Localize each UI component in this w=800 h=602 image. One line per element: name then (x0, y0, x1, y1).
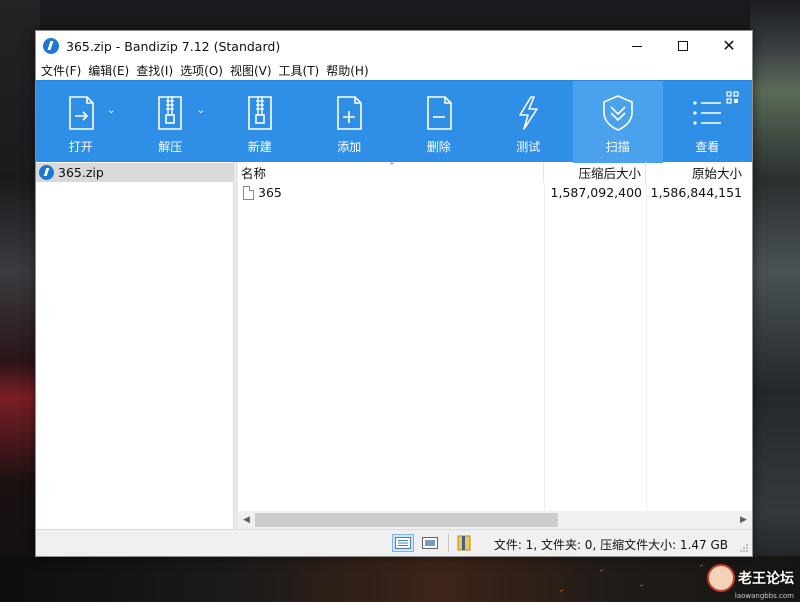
menu-edit[interactable]: 编辑(E) (86, 62, 131, 79)
menu-view[interactable]: 视图(V) (228, 62, 274, 79)
add-label: 添加 (337, 140, 362, 154)
bandizip-window: 365.zip - Bandizip 7.12 (Standard) ✕ 文件(… (35, 30, 753, 557)
archive-info-icon (457, 535, 471, 551)
file-list: 名称 ⌃ 压缩后大小 原始大小 365 1,587,092,400 1,586,… (238, 162, 752, 529)
menu-help[interactable]: 帮助(H) (324, 62, 370, 79)
maximize-button[interactable] (660, 31, 706, 61)
add-button[interactable]: 添加 (305, 81, 395, 163)
list-header: 名称 ⌃ 压缩后大小 原始大小 (238, 162, 752, 183)
horizontal-scrollbar[interactable]: ◀ ▶ (238, 511, 752, 529)
chevron-down-icon[interactable]: ⌄ (197, 105, 205, 116)
scan-label: 扫描 (605, 140, 630, 154)
row-name: 365 (258, 185, 282, 200)
scroll-left-icon[interactable]: ◀ (238, 515, 255, 525)
desktop-background-bottom (0, 556, 800, 602)
file-icon (243, 185, 254, 200)
test-label: 测试 (516, 140, 541, 154)
new-archive-icon (240, 93, 280, 133)
title-bar[interactable]: 365.zip - Bandizip 7.12 (Standard) ✕ (36, 31, 752, 61)
scroll-right-icon[interactable]: ▶ (735, 515, 752, 525)
layout-grid-icon[interactable] (726, 91, 740, 105)
row-name-cell: 365 (238, 185, 544, 200)
archive-info-button[interactable] (453, 534, 475, 552)
menu-options[interactable]: 选项(O) (178, 62, 225, 79)
window-title: 365.zip - Bandizip 7.12 (Standard) (66, 38, 281, 54)
delete-label: 删除 (426, 140, 451, 154)
column-header-original[interactable]: 原始大小 (646, 162, 748, 183)
details-view-button[interactable] (392, 534, 414, 552)
row-compressed-size: 1,587,092,400 (550, 185, 642, 200)
watermark-subtext: laowangbbs.com (734, 592, 794, 600)
watermark-text: 老王论坛 (738, 571, 794, 587)
bandizip-app-icon (43, 38, 59, 54)
close-button[interactable]: ✕ (706, 31, 752, 61)
status-text: 文件: 1, 文件夹: 0, 压缩文件大小: 1.47 GB (493, 538, 728, 552)
minimize-button[interactable] (614, 31, 660, 61)
menu-bar: 文件(F) 编辑(E) 查找(I) 选项(O) 视图(V) 工具(T) 帮助(H… (36, 61, 752, 80)
new-label: 新建 (247, 140, 272, 154)
column-original-label: 原始大小 (691, 166, 742, 181)
tree-item-label: 365.zip (58, 165, 104, 180)
extract-zip-icon (150, 93, 190, 133)
watermark-logo (707, 564, 735, 592)
folder-tree: 365.zip (36, 162, 234, 529)
watermark: 老王论坛 (707, 564, 794, 592)
open-label: 打开 (68, 140, 93, 154)
thumbnail-view-button[interactable] (419, 534, 441, 552)
maximize-icon (678, 41, 688, 51)
list-view-icon (687, 93, 727, 133)
scan-button[interactable]: 扫描 (573, 81, 663, 163)
archive-icon (39, 165, 54, 180)
sort-caret-icon: ⌃ (388, 162, 396, 172)
chevron-down-icon[interactable]: ⌄ (107, 105, 115, 116)
scrollbar-track[interactable] (255, 511, 735, 529)
lightning-icon (508, 93, 548, 133)
open-button[interactable]: 打开 ⌄ (36, 81, 126, 163)
desktop-background-left (0, 0, 40, 602)
new-archive-button[interactable]: 新建 (215, 81, 305, 163)
main-area: 365.zip 名称 ⌃ 压缩后大小 原始大小 365 1,587,092,40… (36, 162, 752, 529)
status-bar: 文件: 1, 文件夹: 0, 压缩文件大小: 1.47 GB (36, 529, 752, 556)
toolbar: 打开 ⌄ 解压 ⌄ 新建 添加 删除 测试 扫描 查看 (36, 80, 752, 163)
shield-icon (598, 93, 638, 133)
column-header-compressed[interactable]: 压缩后大小 (544, 162, 646, 183)
status-separator (448, 534, 449, 552)
open-archive-icon (61, 93, 101, 133)
image-view-icon (422, 537, 438, 549)
column-name-label: 名称 (241, 166, 267, 181)
view-label: 查看 (695, 140, 720, 154)
column-divider (544, 183, 545, 511)
extract-label: 解压 (158, 140, 183, 154)
column-compressed-label: 压缩后大小 (578, 166, 641, 181)
menu-file[interactable]: 文件(F) (39, 62, 83, 79)
scrollbar-thumb[interactable] (255, 513, 558, 527)
desktop-background-right (750, 0, 800, 602)
view-mode-switcher (392, 534, 480, 552)
test-button[interactable]: 测试 (484, 81, 574, 163)
window-controls: ✕ (614, 31, 752, 61)
row-original-size: 1,586,844,151 (650, 185, 742, 200)
delete-button[interactable]: 删除 (394, 81, 484, 163)
menu-find[interactable]: 查找(I) (134, 62, 175, 79)
add-file-icon (329, 93, 369, 133)
details-view-icon (395, 537, 411, 549)
delete-file-icon (419, 93, 459, 133)
table-row[interactable]: 365 1,587,092,400 1,586,844,151 (238, 183, 752, 202)
close-icon: ✕ (722, 36, 736, 55)
resize-grip-icon[interactable] (739, 543, 749, 553)
tree-item-root[interactable]: 365.zip (36, 163, 233, 182)
column-divider (646, 183, 647, 511)
menu-tools[interactable]: 工具(T) (277, 62, 322, 79)
minimize-icon (632, 45, 642, 47)
extract-button[interactable]: 解压 ⌄ (126, 81, 216, 163)
